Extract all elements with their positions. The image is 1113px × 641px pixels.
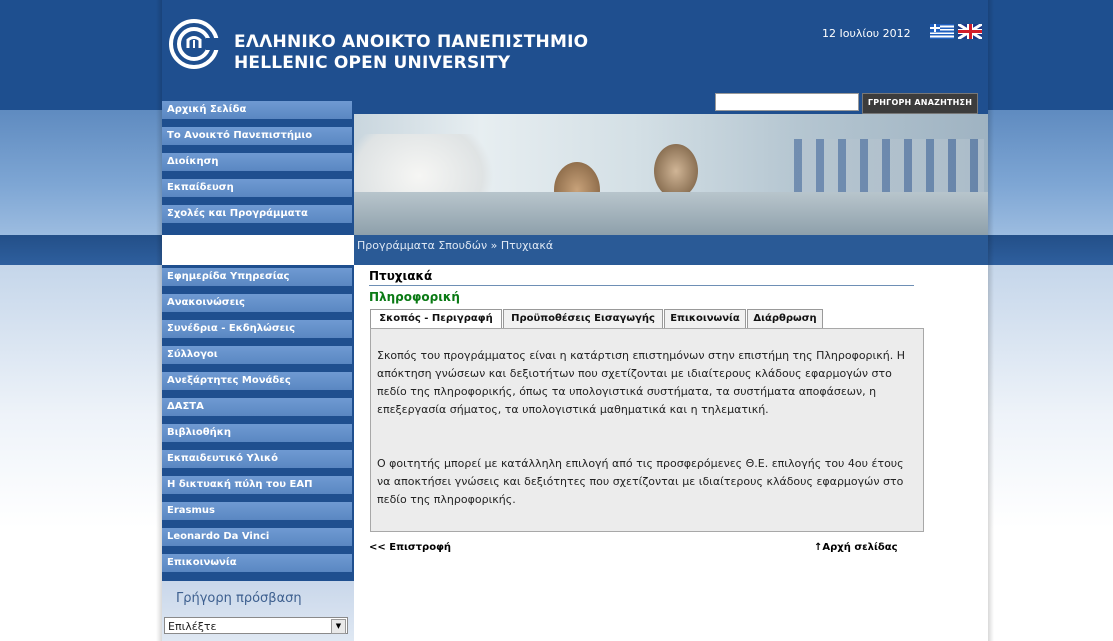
container-shadow-right xyxy=(988,0,994,641)
sidebar-item-home[interactable]: Αρχική Σελίδα xyxy=(162,101,352,119)
main-content: Πτυχιακά Πληροφορική Σκοπός - Περιγραφή … xyxy=(354,265,988,641)
secondary-nav: Εφημερίδα Υπηρεσίας Ανακοινώσεις Συνέδρι… xyxy=(162,265,354,581)
quick-access-select[interactable]: Επιλέξτε ▼ xyxy=(164,617,348,634)
header-banner-image xyxy=(354,114,988,235)
uk-flag-icon[interactable] xyxy=(958,24,982,39)
tab-contact[interactable]: Επικοινωνία xyxy=(664,309,746,328)
sidebar-item-dasta[interactable]: ΔΑΣΤΑ xyxy=(162,398,352,416)
university-name-english[interactable]: HELLENIC OPEN UNIVERSITY xyxy=(234,53,510,73)
university-logo-icon[interactable] xyxy=(168,18,220,70)
quick-search-button[interactable]: ΓΡΗΓΟΡΗ ΑΝΑΖΗΤΗΣΗ xyxy=(862,93,978,114)
sidebar-item-associations[interactable]: Σύλλογοι xyxy=(162,346,352,364)
sidebar-item-about[interactable]: Το Ανοικτό Πανεπιστήμιο xyxy=(162,127,352,145)
chevron-down-icon[interactable]: ▼ xyxy=(331,619,346,634)
quick-access-title: Γρήγορη πρόσβαση xyxy=(176,591,302,606)
search-input[interactable] xyxy=(715,93,859,111)
current-date: 12 Ιουλίου 2012 xyxy=(822,27,911,40)
back-to-top-link[interactable]: ↑Αρχή σελίδας xyxy=(814,542,898,553)
banner-lab-equipment xyxy=(794,139,984,199)
sidebar-item-independent-units[interactable]: Ανεξάρτητες Μονάδες xyxy=(162,372,352,390)
tab-panel: Σκοπός του προγράμματος είναι η κατάρτισ… xyxy=(370,328,924,532)
description-paragraph: Σκοπός του προγράμματος είναι η κατάρτισ… xyxy=(377,349,905,416)
breadcrumb[interactable]: Προγράμματα Σπουδών » Πτυχιακά xyxy=(354,235,988,265)
sidebar-item-leonardo[interactable]: Leonardo Da Vinci xyxy=(162,528,352,546)
banner-scientist-head xyxy=(654,144,698,198)
site-header: ΕΛΛΗΝΙΚΟ ΑΝΟΙΚΤΟ ΠΑΝΕΠΙΣΤΗΜΙΟ HELLENIC O… xyxy=(162,0,988,92)
tab-admission-requirements[interactable]: Προϋποθέσεις Εισαγωγής xyxy=(503,309,663,328)
page-title: Πτυχιακά xyxy=(369,269,914,286)
primary-nav: Αρχική Σελίδα Το Ανοικτό Πανεπιστήμιο Δι… xyxy=(162,92,354,235)
sidebar-item-portal[interactable]: Η δικτυακή πύλη του ΕΑΠ xyxy=(162,476,352,494)
sidebar-item-library[interactable]: Βιβλιοθήκη xyxy=(162,424,352,442)
sidebar-item-educational-material[interactable]: Εκπαιδευτικό Υλικό xyxy=(162,450,352,468)
sidebar-item-conferences-events[interactable]: Συνέδρια - Εκδηλώσεις xyxy=(162,320,352,338)
tab-structure[interactable]: Διάρθρωση xyxy=(747,309,823,328)
sidebar-item-gazette[interactable]: Εφημερίδα Υπηρεσίας xyxy=(162,268,352,286)
quick-access-selected: Επιλέξτε xyxy=(168,620,217,633)
search-bar: ΓΡΗΓΟΡΗ ΑΝΑΖΗΤΗΣΗ xyxy=(354,92,988,114)
banner-lab-bench xyxy=(354,192,988,235)
description-paragraph: Ο φοιτητής μπορεί με κατάλληλη επιλογή α… xyxy=(377,457,904,506)
sidebar-item-contact[interactable]: Επικοινωνία xyxy=(162,554,352,572)
page-subtitle: Πληροφορική xyxy=(369,290,460,304)
sidebar-item-schools-programs[interactable]: Σχολές και Προγράμματα xyxy=(162,205,352,223)
university-name-greek[interactable]: ΕΛΛΗΝΙΚΟ ΑΝΟΙΚΤΟ ΠΑΝΕΠΙΣΤΗΜΙΟ xyxy=(234,32,588,52)
sidebar-item-erasmus[interactable]: Erasmus xyxy=(162,502,352,520)
sidebar-item-announcements[interactable]: Ανακοινώσεις xyxy=(162,294,352,312)
tab-purpose-description[interactable]: Σκοπός - Περιγραφή xyxy=(370,309,502,329)
back-link[interactable]: << Επιστροφή xyxy=(369,542,451,553)
quick-access-panel: Γρήγορη πρόσβαση Επιλέξτε ▼ xyxy=(162,581,354,641)
site-container: ΕΛΛΗΝΙΚΟ ΑΝΟΙΚΤΟ ΠΑΝΕΠΙΣΤΗΜΙΟ HELLENIC O… xyxy=(156,0,994,641)
sidebar-item-administration[interactable]: Διοίκηση xyxy=(162,153,352,171)
sidebar-item-education[interactable]: Εκπαίδευση xyxy=(162,179,352,197)
greek-flag-icon[interactable] xyxy=(930,24,954,39)
